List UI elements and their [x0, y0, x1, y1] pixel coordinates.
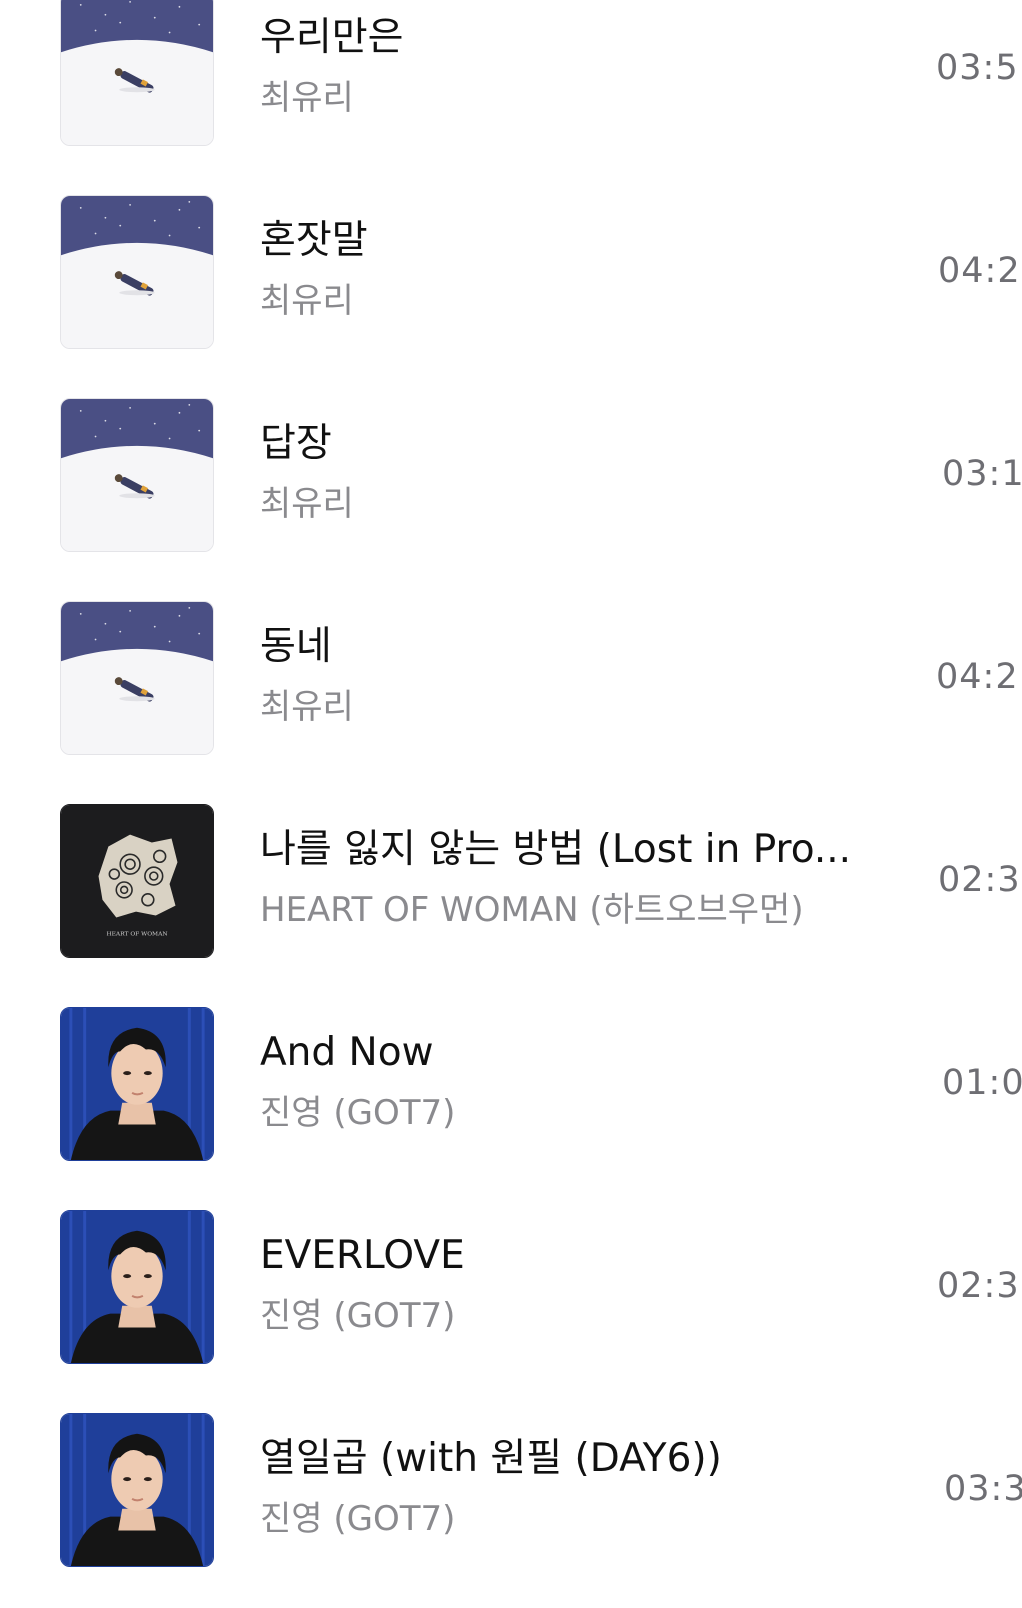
track-row[interactable]: HEART OF WOMAN 나를 잃지 않는 방법 (Lost in Pro.…	[0, 796, 1022, 999]
album-cover-night-sky[interactable]	[60, 601, 214, 755]
track-title: EVERLOVE	[260, 1233, 465, 1278]
track-duration: 04:2	[938, 251, 1021, 291]
track-duration: 03:1	[942, 454, 1022, 494]
track-duration: 01:0	[942, 1063, 1022, 1103]
portrait-artwork	[61, 1211, 213, 1363]
album-cover-night-sky[interactable]	[60, 0, 214, 146]
night-sky-artwork	[61, 399, 213, 551]
track-artist: 최유리	[260, 484, 354, 524]
track-title: And Now	[260, 1030, 434, 1075]
portrait-artwork	[61, 1008, 213, 1160]
track-duration: 02:3	[938, 860, 1021, 900]
cover-caption: HEART OF WOMAN	[106, 931, 167, 937]
track-artist: 진영 (GOT7)	[260, 1296, 456, 1336]
track-artist: 최유리	[260, 687, 354, 727]
album-cover-portrait[interactable]	[60, 1007, 214, 1161]
track-artist: 진영 (GOT7)	[260, 1499, 456, 1539]
track-title: 동네	[260, 624, 332, 669]
portrait-artwork	[61, 1414, 213, 1566]
track-title: 나를 잃지 않는 방법 (Lost in Pro...	[260, 827, 852, 872]
track-list: 우리만은 최유리 03:5 혼잣말 최유리 04:2 답장 최유리 03:1 동…	[0, 0, 1022, 1608]
night-sky-artwork	[61, 0, 213, 145]
album-cover-night-sky[interactable]	[60, 398, 214, 552]
dark-collage-artwork: HEART OF WOMAN	[61, 805, 213, 957]
album-cover-night-sky[interactable]	[60, 195, 214, 349]
track-row[interactable]: EVERLOVE 진영 (GOT7) 02:3	[0, 1202, 1022, 1405]
track-row[interactable]: 열일곱 (with 원필 (DAY6)) 진영 (GOT7) 03:3	[0, 1405, 1022, 1608]
track-artist: HEART OF WOMAN (하트오브우먼)	[260, 890, 804, 930]
track-artist: 최유리	[260, 281, 354, 321]
night-sky-artwork	[61, 602, 213, 754]
night-sky-artwork	[61, 196, 213, 348]
track-duration: 03:3	[944, 1469, 1022, 1509]
track-duration: 03:5	[936, 48, 1019, 88]
track-row[interactable]: 답장 최유리 03:1	[0, 390, 1022, 593]
track-duration: 02:3	[937, 1266, 1020, 1306]
track-row[interactable]: And Now 진영 (GOT7) 01:0	[0, 999, 1022, 1202]
album-cover-portrait[interactable]	[60, 1413, 214, 1567]
track-row[interactable]: 동네 최유리 04:2	[0, 593, 1022, 796]
track-artist: 최유리	[260, 78, 354, 118]
track-title: 열일곱 (with 원필 (DAY6))	[260, 1436, 722, 1481]
track-title: 혼잣말	[260, 218, 368, 263]
track-title: 우리만은	[260, 15, 404, 60]
album-cover-portrait[interactable]	[60, 1210, 214, 1364]
track-row[interactable]: 혼잣말 최유리 04:2	[0, 187, 1022, 390]
track-title: 답장	[260, 421, 332, 466]
track-row[interactable]: 우리만은 최유리 03:5	[0, 0, 1022, 187]
track-artist: 진영 (GOT7)	[260, 1093, 456, 1133]
album-cover-dark-collage[interactable]: HEART OF WOMAN	[60, 804, 214, 958]
track-duration: 04:2	[936, 657, 1019, 697]
